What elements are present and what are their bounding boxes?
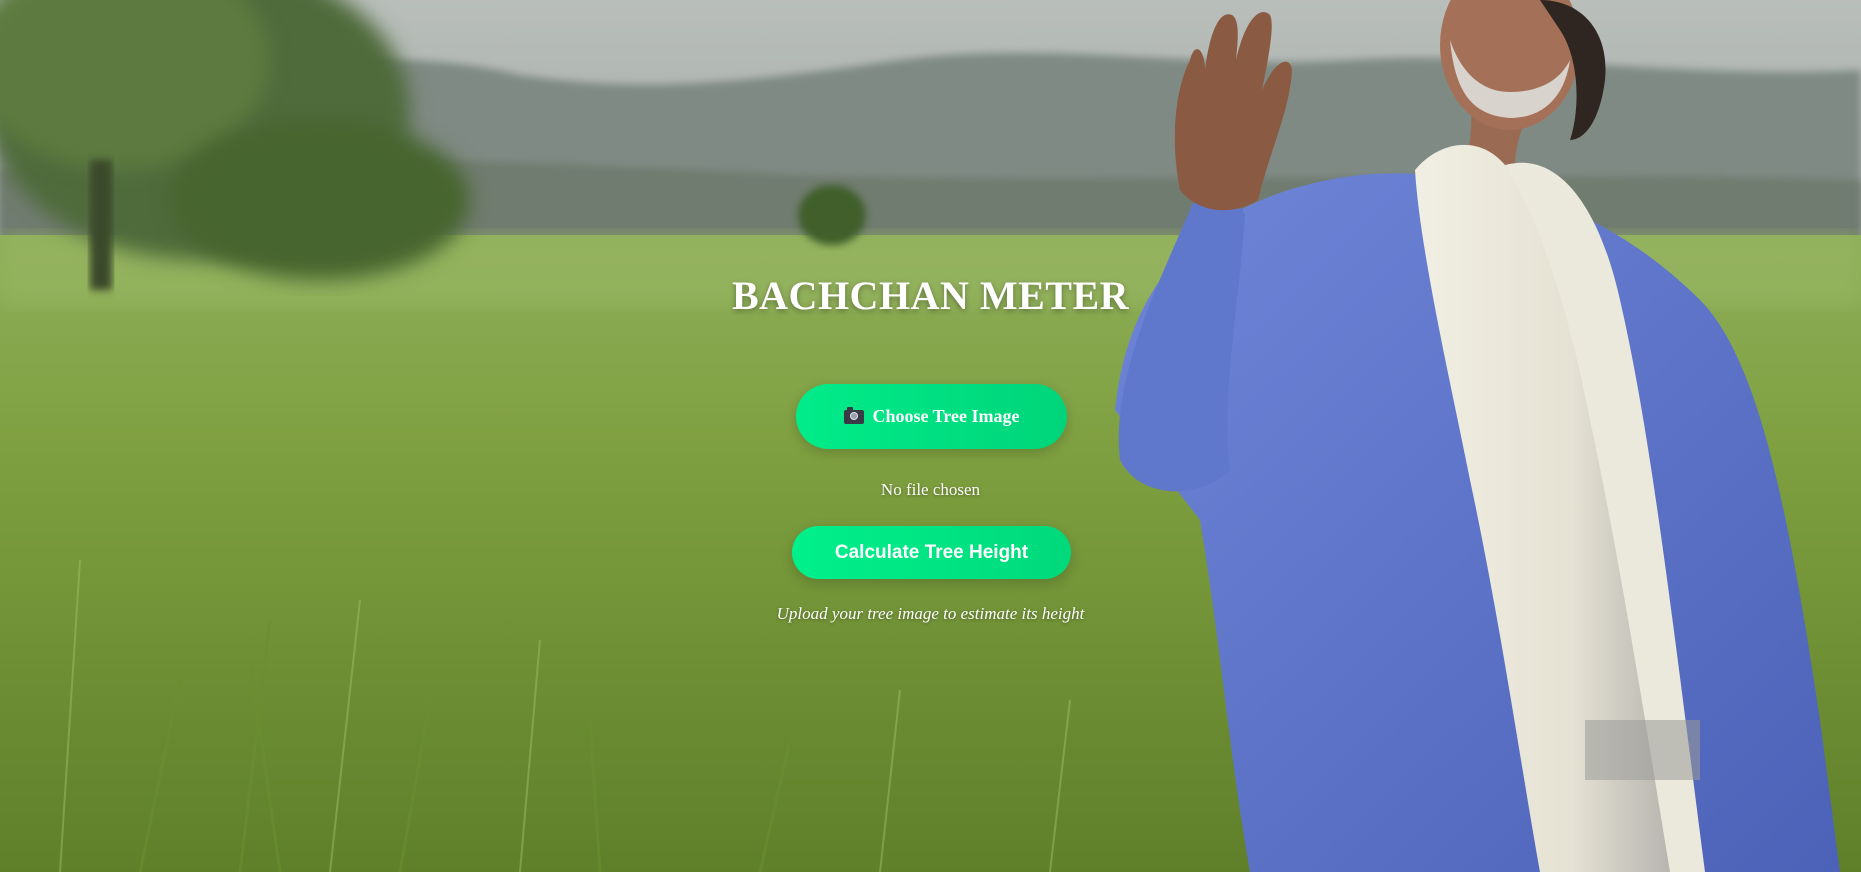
upload-hint-text: Upload your tree image to estimate its h… bbox=[776, 604, 1085, 623]
page-title: BACHCHAN METER bbox=[731, 273, 1130, 318]
file-status-text: No file chosen bbox=[880, 480, 981, 499]
camera-icon bbox=[843, 406, 864, 424]
calculate-height-button[interactable]: Calculate Tree Height bbox=[792, 526, 1071, 579]
main-panel: BACHCHAN METER Choose Tree Image No file… bbox=[0, 0, 1861, 872]
choose-image-label: Choose Tree Image bbox=[872, 406, 1020, 426]
choose-image-button[interactable]: Choose Tree Image bbox=[796, 384, 1067, 449]
